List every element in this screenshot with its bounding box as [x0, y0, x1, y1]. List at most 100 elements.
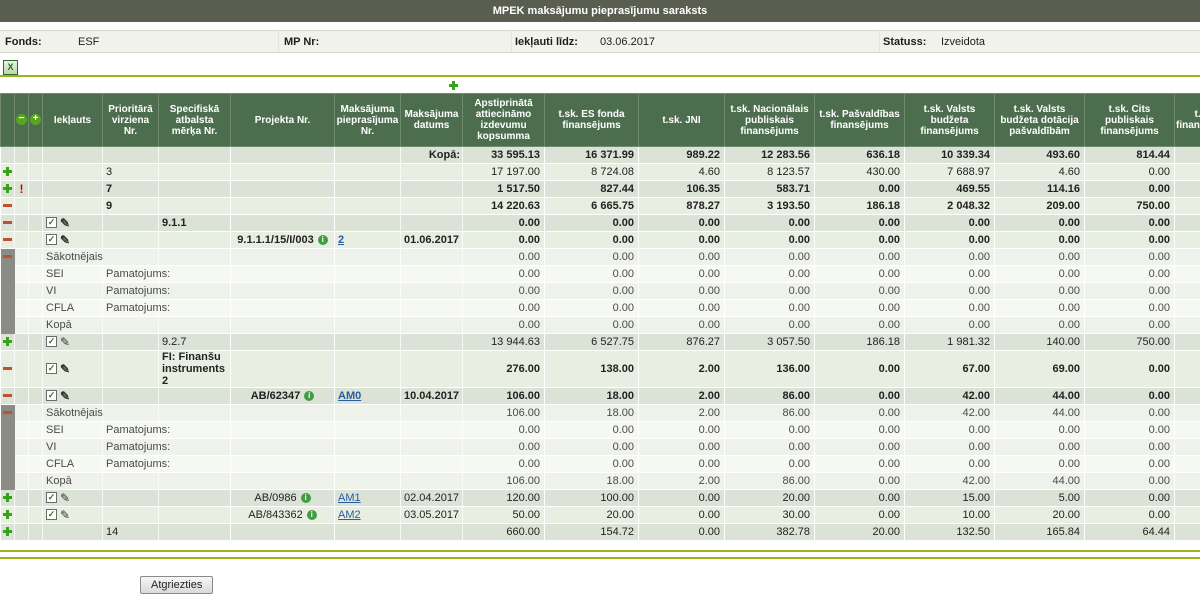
cell-v2: 4.60 [639, 164, 725, 181]
edit-pencil-icon[interactable]: ✎ [60, 336, 70, 348]
info-icon[interactable]: i [301, 493, 311, 503]
included-checkbox[interactable]: ✓ [46, 217, 57, 228]
cell-v6: 44.00 [995, 473, 1085, 490]
cell-v8 [1175, 524, 1200, 541]
cell-v4: 0.00 [815, 507, 905, 524]
cell-datums: 03.05.2017 [401, 507, 463, 524]
cell-v3: 136.00 [725, 351, 815, 388]
cell-v7: 64.44 [1085, 524, 1175, 541]
expand-row-icon[interactable] [3, 337, 12, 346]
cell-ieklauts [43, 164, 103, 181]
column-header-c2: + [29, 94, 43, 147]
cell-v1: 8 724.08 [545, 164, 639, 181]
collapse-row-icon[interactable] [3, 394, 12, 397]
cell-v3: 3 193.50 [725, 198, 815, 215]
cell-ieklauts [43, 524, 103, 541]
info-icon[interactable]: i [304, 391, 314, 401]
cell-v7: 0.00 [1085, 317, 1175, 334]
cell-c0 [1, 249, 15, 266]
collapse-row-icon[interactable] [3, 367, 12, 370]
separator-line [0, 557, 1200, 559]
collapse-row-icon[interactable] [3, 238, 12, 241]
mp-number-link[interactable]: 2 [338, 234, 344, 246]
expand-row-icon[interactable] [3, 167, 12, 176]
cell-ieklauts: VI [43, 283, 103, 300]
mp-number-link[interactable]: AM1 [338, 492, 361, 504]
collapse-group-icon[interactable] [3, 255, 12, 258]
collapse-row-icon[interactable] [3, 204, 12, 207]
cell-datums [401, 215, 463, 232]
fonds-label: Fonds: [0, 36, 78, 48]
cell-datums [401, 317, 463, 334]
expand-row-icon[interactable] [3, 493, 12, 502]
cell-prioritara [103, 405, 159, 422]
cell-v1: 138.00 [545, 351, 639, 388]
cell-ieklauts: ✓✎ [43, 490, 103, 507]
cell-c0 [1, 524, 15, 541]
cell-v3: 86.00 [725, 388, 815, 405]
cell-prioritara: Pamatojums: [103, 422, 159, 439]
cell-prioritara [103, 473, 159, 490]
column-header-v3: t.sk. Nacionālais publiskais finansējums [725, 94, 815, 147]
edit-pencil-icon[interactable]: ✎ [60, 234, 70, 246]
cell-v6: 0.00 [995, 249, 1085, 266]
edit-pencil-icon[interactable]: ✎ [60, 217, 70, 229]
statuss-value: Izveidota [941, 36, 985, 48]
cell-c1 [15, 266, 29, 283]
cell-v6: 493.60 [995, 147, 1085, 164]
included-checkbox[interactable]: ✓ [46, 234, 57, 245]
cell-ieklauts: ✓✎ [43, 507, 103, 524]
expand-all-icon[interactable]: + [30, 114, 41, 125]
included-checkbox[interactable]: ✓ [46, 363, 57, 374]
cell-v5: 0.00 [905, 317, 995, 334]
cell-ieklauts: Kopā [43, 473, 103, 490]
cell-mp [335, 300, 401, 317]
cell-v3: 382.78 [725, 524, 815, 541]
cell-specifiska: 9.1.1 [159, 215, 231, 232]
cell-v5: 1 981.32 [905, 334, 995, 351]
included-checkbox[interactable]: ✓ [46, 390, 57, 401]
page-title: MPEK maksājumu pieprasījumu saraksts [0, 0, 1200, 22]
excel-export-icon[interactable]: X [3, 60, 18, 75]
expand-row-icon[interactable] [3, 184, 12, 193]
column-header-v1: t.sk. ES fonda finansējums [545, 94, 639, 147]
edit-pencil-icon[interactable]: ✎ [60, 492, 70, 504]
collapse-row-icon[interactable] [3, 221, 12, 224]
add-row-icon[interactable] [449, 81, 458, 90]
cell-v6: 209.00 [995, 198, 1085, 215]
cell-v2: 876.27 [639, 334, 725, 351]
back-button[interactable]: Atgriezties [140, 576, 213, 594]
cell-v1: 0.00 [545, 283, 639, 300]
mp-number-link[interactable]: AM2 [338, 509, 361, 521]
cell-specifiska [159, 524, 231, 541]
cell-v1: 0.00 [545, 300, 639, 317]
cell-v7: 0.00 [1085, 456, 1175, 473]
edit-pencil-icon[interactable]: ✎ [60, 390, 70, 402]
collapse-group-icon[interactable] [3, 411, 12, 414]
cell-c0 [1, 317, 15, 334]
expand-row-icon[interactable] [3, 510, 12, 519]
included-checkbox[interactable]: ✓ [46, 509, 57, 520]
cell-v1: 154.72 [545, 524, 639, 541]
included-checkbox[interactable]: ✓ [46, 492, 57, 503]
edit-pencil-icon[interactable]: ✎ [60, 509, 70, 521]
edit-pencil-icon[interactable]: ✎ [60, 363, 70, 375]
cell-projekts [231, 164, 335, 181]
cell-c2 [29, 300, 43, 317]
info-icon[interactable]: i [318, 235, 328, 245]
table-body: Kopā:33 595.1316 371.99989.2212 283.5663… [1, 147, 1200, 541]
cell-projekts: AB/843362i [231, 507, 335, 524]
mp-nr-label: MP Nr: [279, 36, 319, 48]
filter-statuss: Statuss: Izveidota [880, 31, 1200, 52]
included-checkbox[interactable]: ✓ [46, 336, 57, 347]
mp-number-link[interactable]: AM0 [338, 390, 361, 402]
collapse-all-icon[interactable]: − [16, 114, 27, 125]
expand-row-icon[interactable] [3, 527, 12, 536]
cell-datums: 10.04.2017 [401, 388, 463, 405]
cell-v4: 0.00 [815, 249, 905, 266]
cell-projekts [231, 351, 335, 388]
column-header-specifiska: Specifiskā atbalsta mērķa Nr. [159, 94, 231, 147]
cell-v5: 15.00 [905, 490, 995, 507]
cell-v7: 0.00 [1085, 422, 1175, 439]
info-icon[interactable]: i [307, 510, 317, 520]
